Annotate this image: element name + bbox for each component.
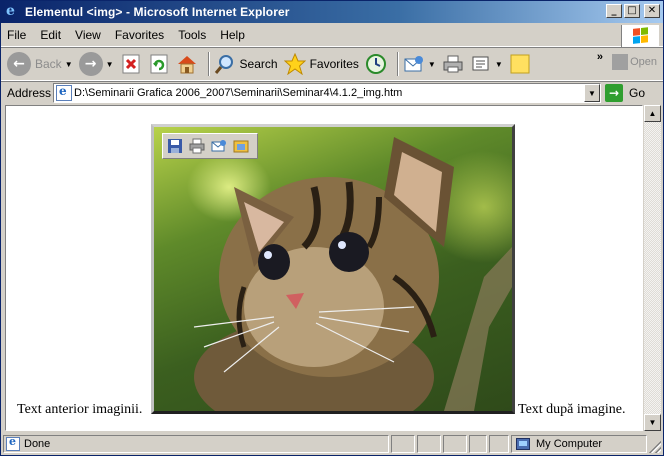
mail-dropdown-icon[interactable]: ▼ [428,60,436,69]
status-panel [417,435,441,453]
go-label: Go [629,86,646,100]
security-zone[interactable]: My Computer [511,435,647,453]
browser-window: e Elementul <img> - Microsoft Internet E… [0,0,664,456]
edit-button[interactable]: ▼ [470,50,503,78]
address-label: Address [7,86,52,100]
computer-icon [516,438,530,450]
page-done-icon [6,435,20,451]
web-page: Text anterior imaginii. Text după imagin… [6,106,642,430]
open-button[interactable]: Open [612,54,657,70]
scroll-track[interactable] [644,122,661,414]
search-icon [214,53,236,75]
scroll-down-button[interactable]: ▼ [644,414,661,431]
status-panel [489,435,509,453]
status-panel [469,435,487,453]
image-toolbar [162,133,258,159]
address-bar: Address D:\Seminarii Grafica 2006_2007\S… [1,82,663,104]
maximize-button[interactable]: □ [624,4,640,18]
status-bar: Done My Computer [1,433,663,455]
refresh-icon [148,53,170,75]
edit-icon [470,53,492,75]
back-dropdown-icon[interactable]: ▼ [65,60,73,69]
toolbar-separator [396,52,399,76]
favorites-label: Favorites [309,57,359,71]
save-image-icon[interactable] [167,138,183,154]
address-value[interactable]: D:\Seminarii Grafica 2006_2007\Seminarii… [74,87,402,99]
my-pictures-icon[interactable] [233,138,249,154]
refresh-button[interactable] [148,50,170,78]
minimize-button[interactable]: _ [606,4,622,18]
vertical-scrollbar[interactable]: ▲ ▼ [643,105,661,431]
text-after-image: Text după imagine. [518,402,626,417]
mail-button[interactable]: ▼ [403,50,436,78]
windows-logo [621,25,659,47]
kitten-photo[interactable] [151,124,515,414]
menu-help[interactable]: Help [220,28,245,42]
menu-view[interactable]: View [75,28,101,42]
toolbar-separator [207,52,210,76]
edit-dropdown-icon[interactable]: ▼ [495,60,503,69]
forward-dropdown-icon[interactable]: ▼ [106,60,114,69]
go-button[interactable]: → Go [605,84,645,102]
scroll-up-button[interactable]: ▲ [644,105,661,122]
page-icon [56,84,72,101]
favorites-button[interactable]: Favorites [283,50,359,78]
status-panel [391,435,415,453]
open-icon [612,54,629,70]
standard-toolbar: ← Back ▼ → ▼ Search Favorites ▼ ▼ » Open [1,48,663,81]
stop-icon [120,53,142,75]
search-label: Search [239,57,278,71]
status-panel [443,435,467,453]
open-label: Open [630,56,657,68]
print-button[interactable] [442,50,464,78]
print-icon [442,53,464,75]
back-label: Back [35,57,62,71]
search-button[interactable]: Search [214,50,278,78]
window-title: Elementul <img> - Microsoft Internet Exp… [25,5,290,19]
print-image-icon[interactable] [189,138,205,154]
ie-icon[interactable]: e [5,4,21,20]
history-icon [365,53,387,75]
history-button[interactable] [365,50,387,78]
zone-label: My Computer [536,438,603,450]
email-image-icon[interactable] [211,138,227,154]
windows-flag-icon [632,27,649,45]
go-arrow-icon: → [605,84,623,102]
status-main-panel: Done [3,435,389,453]
menu-tools[interactable]: Tools [178,28,206,42]
text-before-image: Text anterior imaginii. [17,402,143,417]
menu-edit[interactable]: Edit [40,28,61,42]
status-text: Done [24,438,51,450]
home-icon [176,53,198,75]
back-button[interactable]: ← Back ▼ [7,50,73,78]
resize-grip[interactable] [649,441,661,453]
ocelot-kitten-image [193,137,512,411]
stop-button[interactable] [120,50,142,78]
close-button[interactable]: ✕ [644,4,660,18]
back-arrow-icon: ← [7,52,31,76]
home-button[interactable] [176,50,198,78]
menu-favorites[interactable]: Favorites [115,28,164,42]
toolbar-overflow-chevron[interactable]: » [597,51,603,63]
menu-bar: File Edit View Favorites Tools Help [1,23,663,47]
address-input[interactable]: D:\Seminarii Grafica 2006_2007\Seminarii… [53,83,601,103]
favorites-star-icon [283,53,306,75]
page-viewport[interactable]: Text anterior imaginii. Text după imagin… [5,105,643,431]
mail-icon [403,53,425,75]
note-icon [509,53,531,75]
address-dropdown-button[interactable]: ▼ [584,84,600,102]
discuss-button[interactable] [509,50,531,78]
forward-arrow-icon: → [78,52,103,76]
menu-file[interactable]: File [7,28,26,42]
forward-button[interactable]: → ▼ [78,50,114,78]
title-bar[interactable]: e Elementul <img> - Microsoft Internet E… [1,1,663,23]
